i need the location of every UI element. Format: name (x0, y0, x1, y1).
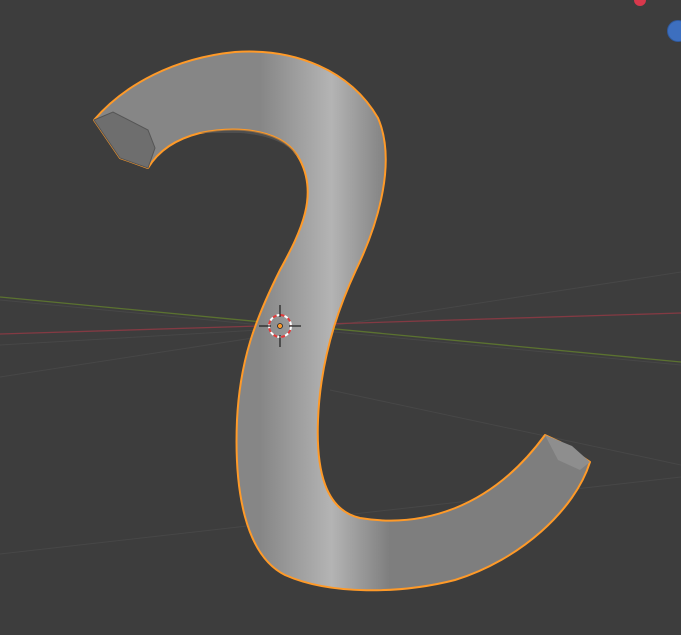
x-axis-line (0, 312, 681, 335)
3d-viewport[interactable] (0, 0, 681, 635)
curve-object[interactable] (93, 50, 591, 592)
tube-body[interactable] (93, 50, 591, 592)
viewport-scene[interactable] (0, 0, 681, 635)
object-origin-dot (277, 323, 283, 329)
